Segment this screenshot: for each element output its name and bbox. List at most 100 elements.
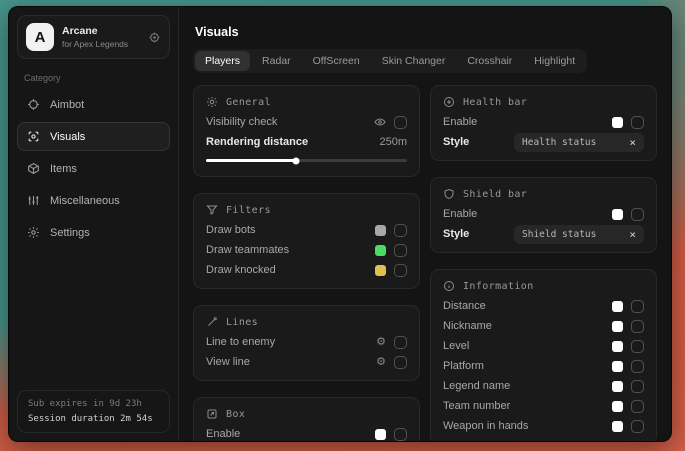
diagonal-line-icon (206, 316, 218, 328)
line-to-enemy-checkbox[interactable] (394, 336, 407, 349)
clear-icon[interactable]: × (629, 136, 636, 149)
right-column: Health bar Enable Style Health status (430, 85, 657, 441)
box-enable-checkbox[interactable] (394, 428, 407, 441)
setting-label: Draw teammates (206, 244, 289, 256)
health-enable-checkbox[interactable] (631, 116, 644, 129)
setting-label: Visibility check (206, 116, 277, 128)
crosshair-icon (27, 98, 40, 111)
visibility-check-row: Visibility check (206, 112, 407, 132)
setting-label: Team number (443, 400, 510, 412)
section-shield-bar: Shield bar Enable Style Shield status (430, 177, 657, 253)
clear-icon[interactable]: × (629, 228, 636, 241)
level-row: Level (443, 336, 644, 356)
sidebar-item-label: Aimbot (50, 99, 84, 111)
tab-crosshair[interactable]: Crosshair (457, 51, 522, 71)
color-swatch[interactable] (375, 225, 386, 236)
sidebar-item-miscellaneous[interactable]: Miscellaneous (17, 186, 170, 215)
color-swatch[interactable] (612, 117, 623, 128)
sidebar-item-visuals[interactable]: Visuals (17, 122, 170, 151)
section-title: General (226, 97, 271, 108)
draw-knocked-row: Draw knocked (206, 260, 407, 280)
setting-label: Enable (206, 428, 240, 440)
section-health-bar: Health bar Enable Style Health status (430, 85, 657, 161)
color-swatch[interactable] (612, 341, 623, 352)
gear-icon[interactable]: ⚙ (376, 337, 386, 348)
health-enable-row: Enable (443, 112, 644, 132)
app-logo: A (26, 23, 54, 51)
shield-style-row: Style Shield status × (443, 224, 644, 244)
color-swatch[interactable] (375, 245, 386, 256)
weapon-in-hands-checkbox[interactable] (631, 420, 644, 433)
setting-label: Level (443, 340, 469, 352)
team-number-checkbox[interactable] (631, 400, 644, 413)
section-box: Box Enable Enable background (193, 397, 420, 441)
page-title: Visuals (195, 25, 657, 39)
setting-label: Style (443, 228, 469, 240)
section-general: General Visibility check Rendering dista… (193, 85, 420, 177)
draw-bots-checkbox[interactable] (394, 224, 407, 237)
sidebar-item-settings[interactable]: Settings (17, 218, 170, 247)
slider-thumb[interactable] (293, 157, 300, 164)
color-swatch[interactable] (375, 429, 386, 440)
color-swatch[interactable] (375, 265, 386, 276)
health-style-select[interactable]: Health status × (514, 133, 644, 152)
sidebar-item-label: Miscellaneous (50, 195, 120, 207)
color-swatch[interactable] (612, 301, 623, 312)
distance-checkbox[interactable] (631, 300, 644, 313)
nickname-checkbox[interactable] (631, 320, 644, 333)
draw-teammates-checkbox[interactable] (394, 244, 407, 257)
visibility-check-checkbox[interactable] (394, 116, 407, 129)
rendering-distance-slider[interactable] (206, 159, 407, 162)
legend-name-checkbox[interactable] (631, 380, 644, 393)
section-title: Lines (226, 317, 258, 328)
shield-enable-checkbox[interactable] (631, 208, 644, 221)
setting-label: Draw knocked (206, 264, 276, 276)
section-lines: Lines Line to enemy ⚙ View line ⚙ (193, 305, 420, 381)
color-swatch[interactable] (612, 381, 623, 392)
main-panel: Visuals Players Radar OffScreen Skin Cha… (179, 7, 671, 441)
draw-knocked-checkbox[interactable] (394, 264, 407, 277)
session-duration-text: Session duration 2m 54s (28, 414, 159, 424)
tab-offscreen[interactable]: OffScreen (303, 51, 370, 71)
target-icon[interactable] (148, 31, 161, 44)
color-swatch[interactable] (612, 321, 623, 332)
shield-icon (443, 188, 455, 200)
section-title: Filters (226, 205, 271, 216)
rendering-distance-value: 250m (379, 136, 407, 148)
funnel-icon (206, 204, 218, 216)
view-line-checkbox[interactable] (394, 356, 407, 369)
selected-value: Health status (522, 137, 596, 148)
tab-players[interactable]: Players (195, 51, 250, 71)
eye-icon[interactable] (374, 116, 386, 128)
platform-checkbox[interactable] (631, 360, 644, 373)
color-swatch[interactable] (612, 421, 623, 432)
left-column: General Visibility check Rendering dista… (193, 85, 420, 441)
setting-label: Draw bots (206, 224, 256, 236)
app-subtitle: for Apex Legends (62, 39, 128, 49)
color-swatch[interactable] (612, 361, 623, 372)
tab-skin-changer[interactable]: Skin Changer (372, 51, 456, 71)
setting-label: Distance (443, 300, 486, 312)
sidebar-item-items[interactable]: Items (17, 154, 170, 183)
sidebar-item-aimbot[interactable]: Aimbot (17, 90, 170, 119)
shield-style-select[interactable]: Shield status × (514, 225, 644, 244)
circle-plus-icon (443, 96, 455, 108)
box-icon (206, 408, 218, 420)
rendering-distance-row: Rendering distance 250m (206, 132, 407, 152)
tab-radar[interactable]: Radar (252, 51, 301, 71)
setting-label: Legend name (443, 380, 510, 392)
color-swatch[interactable] (612, 209, 623, 220)
level-checkbox[interactable] (631, 340, 644, 353)
info-icon (443, 280, 455, 292)
tab-highlight[interactable]: Highlight (524, 51, 585, 71)
app-name: Arcane (62, 25, 128, 37)
scan-eye-icon (27, 130, 40, 143)
sidebar: A Arcane for Apex Legends Category Aimbo… (9, 7, 179, 441)
subscription-info-card: Sub expires in 9d 23h Session duration 2… (17, 390, 170, 433)
section-filters: Filters Draw bots Draw teammates (193, 193, 420, 289)
color-swatch[interactable] (612, 401, 623, 412)
gear-icon[interactable]: ⚙ (376, 357, 386, 368)
platform-row: Platform (443, 356, 644, 376)
app-window: A Arcane for Apex Legends Category Aimbo… (8, 6, 672, 442)
team-number-row: Team number (443, 396, 644, 416)
